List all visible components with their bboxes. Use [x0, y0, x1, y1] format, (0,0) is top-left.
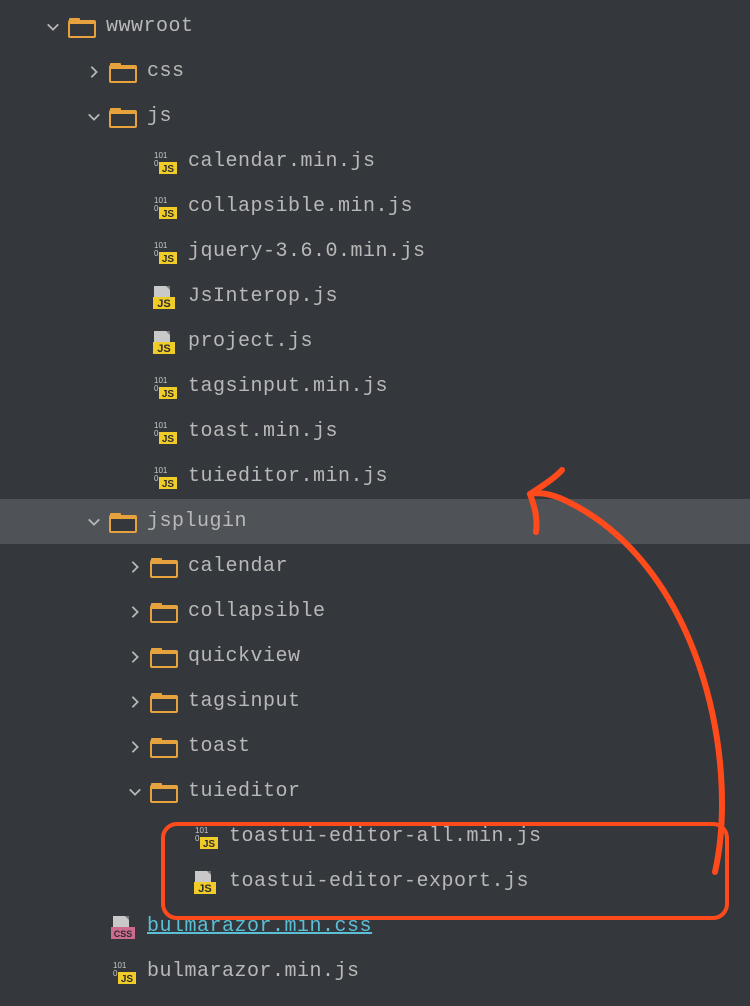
tree-item-label: collapsible.min.js	[188, 195, 413, 218]
tree-row[interactable]: quickview	[0, 634, 750, 679]
tree-row[interactable]: jquery-3.6.0.min.js	[0, 229, 750, 274]
tree-item-label: wwwroot	[106, 15, 194, 38]
tree-item-label: quickview	[188, 645, 301, 668]
tree-item-label: toastui-editor-export.js	[229, 870, 529, 893]
tree-item-label: toastui-editor-all.min.js	[229, 825, 542, 848]
tree-row[interactable]: tuieditor	[0, 769, 750, 814]
indent	[0, 476, 126, 477]
indent	[0, 971, 85, 972]
indent	[0, 431, 126, 432]
indent	[0, 26, 44, 27]
tree-item-label: tuieditor	[188, 780, 301, 803]
chevron-right-icon[interactable]	[126, 558, 144, 576]
indent	[0, 521, 85, 522]
chevron-down-icon[interactable]	[44, 18, 62, 36]
tree-item-label: collapsible	[188, 600, 326, 623]
chevron-right-icon[interactable]	[126, 738, 144, 756]
tree-item-label: css	[147, 60, 185, 83]
tree-row[interactable]: css	[0, 49, 750, 94]
tree-item-label: JsInterop.js	[188, 285, 338, 308]
folder-icon	[68, 15, 96, 39]
folder-icon	[150, 555, 178, 579]
js-min-file-icon	[150, 195, 178, 219]
tree-item-label: bulmarazor.min.js	[147, 960, 360, 983]
indent	[0, 746, 126, 747]
js-file-icon	[191, 870, 219, 894]
folder-icon	[150, 780, 178, 804]
tree-item-label: calendar	[188, 555, 288, 578]
indent	[0, 341, 126, 342]
tree-item-label: jquery-3.6.0.min.js	[188, 240, 426, 263]
chevron-down-icon[interactable]	[85, 513, 103, 531]
indent	[0, 251, 126, 252]
tree-row[interactable]: JsInterop.js	[0, 274, 750, 319]
tree-row[interactable]: project.js	[0, 319, 750, 364]
tree-row[interactable]: bulmarazor.min.js	[0, 949, 750, 994]
folder-icon	[109, 510, 137, 534]
js-file-icon	[150, 285, 178, 309]
tree-item-label: tagsinput.min.js	[188, 375, 388, 398]
chevron-right-icon[interactable]	[126, 693, 144, 711]
js-min-file-icon	[109, 960, 137, 984]
indent	[0, 566, 126, 567]
tree-row[interactable]: toast.min.js	[0, 409, 750, 454]
tree-item-label: toast	[188, 735, 251, 758]
tree-row[interactable]: toastui-editor-export.js	[0, 859, 750, 904]
indent	[0, 836, 167, 837]
tree-row[interactable]: wwwroot	[0, 4, 750, 49]
folder-icon	[150, 735, 178, 759]
js-min-file-icon	[150, 465, 178, 489]
tree-row[interactable]: js	[0, 94, 750, 139]
tree-row[interactable]: calendar.min.js	[0, 139, 750, 184]
indent	[0, 116, 85, 117]
indent	[0, 386, 126, 387]
chevron-down-icon[interactable]	[85, 108, 103, 126]
chevron-right-icon[interactable]	[85, 63, 103, 81]
tree-row[interactable]: tagsinput.min.js	[0, 364, 750, 409]
folder-icon	[150, 690, 178, 714]
tree-row[interactable]: tuieditor.min.js	[0, 454, 750, 499]
tree-item-label: js	[147, 105, 172, 128]
tree-item-label: jsplugin	[147, 510, 247, 533]
indent	[0, 701, 126, 702]
indent	[0, 206, 126, 207]
js-file-icon	[150, 330, 178, 354]
js-min-file-icon	[150, 150, 178, 174]
tree-item-label: tagsinput	[188, 690, 301, 713]
indent	[0, 161, 126, 162]
folder-icon	[109, 105, 137, 129]
indent	[0, 926, 85, 927]
tree-row[interactable]: tagsinput	[0, 679, 750, 724]
folder-icon	[109, 60, 137, 84]
indent	[0, 791, 126, 792]
chevron-right-icon[interactable]	[126, 603, 144, 621]
tree-row[interactable]: collapsible	[0, 589, 750, 634]
indent	[0, 656, 126, 657]
js-min-file-icon	[150, 240, 178, 264]
js-min-file-icon	[191, 825, 219, 849]
folder-icon	[150, 600, 178, 624]
tree-row[interactable]: jsplugin	[0, 499, 750, 544]
tree-item-label: calendar.min.js	[188, 150, 376, 173]
tree-row[interactable]: toast	[0, 724, 750, 769]
indent	[0, 611, 126, 612]
tree-row[interactable]: bulmarazor.min.css	[0, 904, 750, 949]
chevron-down-icon[interactable]	[126, 783, 144, 801]
indent	[0, 296, 126, 297]
css-file-icon	[109, 915, 137, 939]
indent	[0, 71, 85, 72]
folder-icon	[150, 645, 178, 669]
tree-item-label: tuieditor.min.js	[188, 465, 388, 488]
tree-row[interactable]: collapsible.min.js	[0, 184, 750, 229]
file-tree: wwwroot css js calendar.min.js collapsible.m…	[0, 0, 750, 994]
js-min-file-icon	[150, 420, 178, 444]
indent	[0, 881, 167, 882]
tree-item-label: bulmarazor.min.css	[147, 915, 372, 938]
chevron-right-icon[interactable]	[126, 648, 144, 666]
tree-row[interactable]: toastui-editor-all.min.js	[0, 814, 750, 859]
tree-item-label: project.js	[188, 330, 313, 353]
js-min-file-icon	[150, 375, 178, 399]
tree-item-label: toast.min.js	[188, 420, 338, 443]
tree-row[interactable]: calendar	[0, 544, 750, 589]
